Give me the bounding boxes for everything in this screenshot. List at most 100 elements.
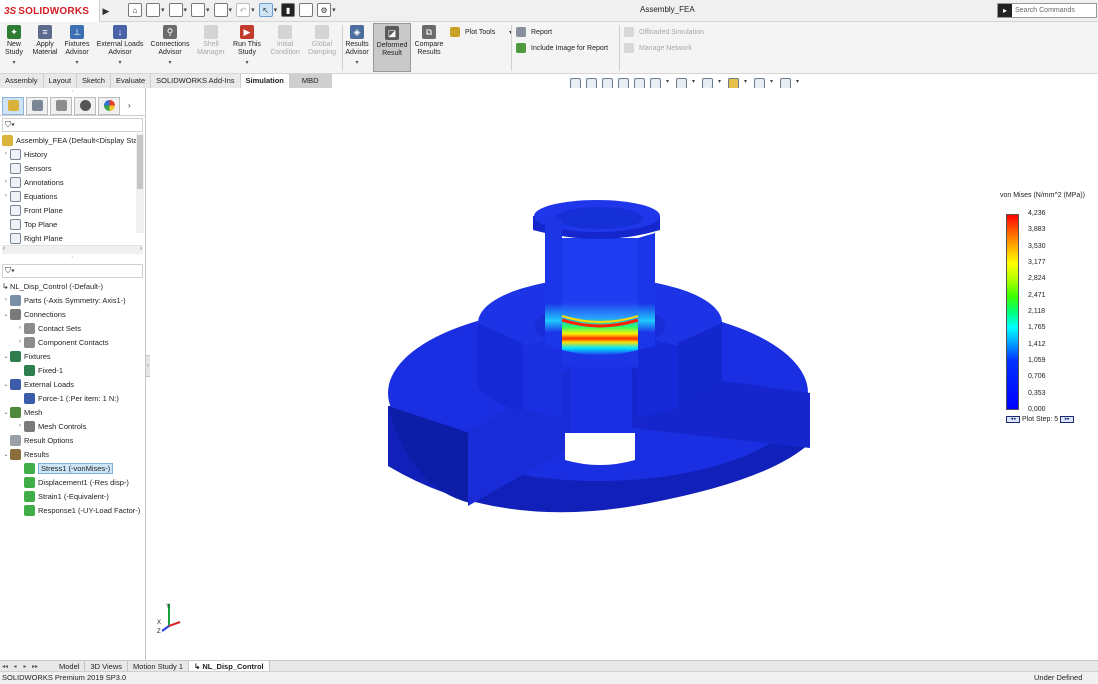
- print-icon[interactable]: [213, 3, 228, 17]
- expand-arrow-icon[interactable]: ⌄: [2, 409, 10, 416]
- feature-tree-tab[interactable]: [2, 96, 24, 115]
- tab-last-icon[interactable]: ▸▸: [30, 663, 40, 670]
- search-commands-box[interactable]: ▸ Search Commands: [997, 3, 1097, 18]
- tab-next-icon[interactable]: ▸: [20, 663, 30, 670]
- feature-tree-item[interactable]: Sensors: [0, 161, 145, 175]
- offloaded-simulation-button[interactable]: Offloaded Simulation: [624, 27, 704, 37]
- sim-tree-item[interactable]: ⌄ Connections: [0, 307, 145, 321]
- feature-tree-item[interactable]: › History: [0, 147, 145, 161]
- sim-tree-root[interactable]: ↳ NL_Disp_Control (-Default-): [0, 279, 145, 293]
- connections-advisor-button[interactable]: ⚲ Connections Advisor ▾: [148, 25, 192, 67]
- plot-step-forward-icon[interactable]: ▸▸: [1060, 416, 1075, 423]
- simulation-filter[interactable]: ⛉▾: [2, 264, 143, 278]
- sim-tree-item[interactable]: › Mesh Controls: [0, 419, 145, 433]
- sim-tree-item[interactable]: Stress1 (-vonMises-): [0, 461, 145, 475]
- sim-tree-item[interactable]: Fixed-1: [0, 363, 145, 377]
- tab-sketch[interactable]: Sketch: [77, 74, 111, 88]
- feature-tree-item[interactable]: › Equations: [0, 189, 145, 203]
- feature-tree-item[interactable]: Front Plane: [0, 203, 145, 217]
- expand-arrow-icon[interactable]: ›: [2, 297, 10, 303]
- stress-legend[interactable]: von Mises (N/mm^2 (MPa)) 4,236 3,883 3,530…: [1000, 192, 1096, 423]
- tab-evaluate[interactable]: Evaluate: [110, 74, 152, 88]
- configuration-manager-tab[interactable]: [50, 96, 72, 115]
- save-icon[interactable]: [191, 3, 206, 17]
- tab-layout[interactable]: Layout: [43, 74, 78, 88]
- tab-mbd[interactable]: MBD: [289, 74, 332, 88]
- expand-arrow-icon[interactable]: ›: [2, 151, 10, 157]
- tree-root-assembly[interactable]: Assembly_FEA (Default<Display Sta: [0, 133, 145, 147]
- graphics-area[interactable]: Y X Z: [150, 88, 1098, 660]
- shell-manager-button[interactable]: Shell Manager: [195, 25, 227, 57]
- scroll-left-icon[interactable]: ‹: [3, 246, 5, 252]
- sim-tree-item[interactable]: ⌄ Results: [0, 447, 145, 461]
- more-tabs-chevron-icon[interactable]: ›: [128, 101, 131, 110]
- options-gear-icon[interactable]: ⚙: [317, 3, 332, 17]
- sim-tree-item[interactable]: › Component Contacts: [0, 335, 145, 349]
- save-dropdown-icon[interactable]: ▾: [206, 6, 210, 14]
- feature-tree-item[interactable]: Top Plane: [0, 217, 145, 231]
- display-manager-tab[interactable]: [98, 96, 120, 115]
- report-button[interactable]: Report: [516, 27, 552, 37]
- expand-arrow-icon[interactable]: ⌄: [2, 381, 10, 388]
- tab-prev-icon[interactable]: ◂: [10, 663, 20, 670]
- panel-split-grip[interactable]: ◦: [0, 254, 145, 262]
- plot-tools-button[interactable]: Plot Tools ▾: [450, 27, 512, 37]
- sim-tree-item[interactable]: ⌄ Mesh: [0, 405, 145, 419]
- initial-condition-button[interactable]: Initial Condition: [268, 25, 302, 57]
- menu-expand-arrow-icon[interactable]: ▶: [100, 0, 112, 22]
- sim-tree-item[interactable]: Force-1 (:Per item: 1 N:): [0, 391, 145, 405]
- expand-arrow-icon[interactable]: ›: [16, 339, 24, 345]
- sim-tree-item[interactable]: Result Options: [0, 433, 145, 447]
- options-dropdown-icon[interactable]: ▾: [332, 6, 336, 14]
- rebuild-traffic-light-icon[interactable]: ▮: [281, 3, 296, 17]
- expand-arrow-icon[interactable]: ›: [16, 423, 24, 429]
- tab-first-icon[interactable]: ◂◂: [0, 663, 10, 670]
- sim-tree-item[interactable]: › Contact Sets: [0, 321, 145, 335]
- results-advisor-button[interactable]: ◈ Results Advisor ▾: [344, 25, 370, 67]
- open-dropdown-icon[interactable]: ▾: [184, 6, 188, 14]
- sim-tree-item[interactable]: Displacement1 (-Res disp-): [0, 475, 145, 489]
- expand-arrow-icon[interactable]: ⌄: [2, 311, 10, 318]
- tab-motion-study[interactable]: Motion Study 1: [128, 660, 190, 672]
- feature-tree-scrollbar[interactable]: [136, 133, 144, 233]
- feature-filter[interactable]: ⛉▾: [2, 118, 143, 132]
- fixtures-advisor-button[interactable]: ⊥ Fixtures Advisor ▾: [62, 25, 92, 67]
- external-loads-advisor-button[interactable]: ↓ External Loads Advisor ▾: [94, 25, 146, 67]
- sim-tree-item[interactable]: › Parts (-Axis Symmetry: Axis1-): [0, 293, 145, 307]
- tab-assembly[interactable]: Assembly: [0, 74, 44, 88]
- include-image-button[interactable]: Include Image for Report: [516, 43, 608, 53]
- feature-tree-item[interactable]: › Annotations: [0, 175, 145, 189]
- feature-tree-hscrollbar[interactable]: ‹ ›: [2, 245, 143, 254]
- apply-material-button[interactable]: ≡ Apply Material: [30, 25, 60, 57]
- search-input[interactable]: Search Commands: [1012, 7, 1075, 14]
- global-damping-button[interactable]: Global Damping: [305, 25, 339, 57]
- manage-network-button[interactable]: Manage Network: [624, 43, 692, 53]
- select-dropdown-icon[interactable]: ▾: [274, 6, 278, 14]
- expand-arrow-icon[interactable]: ⌄: [2, 353, 10, 360]
- feature-tree-item[interactable]: Right Plane: [0, 231, 145, 245]
- compare-results-button[interactable]: ⧉ Compare Results: [413, 25, 445, 57]
- print-dropdown-icon[interactable]: ▾: [229, 6, 233, 14]
- plot-step-back-icon[interactable]: ◂◂: [1006, 416, 1020, 423]
- undo-dropdown-icon[interactable]: ▾: [251, 6, 255, 14]
- property-manager-tab[interactable]: [26, 96, 48, 115]
- open-folder-icon[interactable]: [168, 3, 183, 17]
- dimxpert-tab[interactable]: [74, 96, 96, 115]
- tab-simulation[interactable]: Simulation: [240, 74, 290, 88]
- sim-tree-item[interactable]: ⌄ Fixtures: [0, 349, 145, 363]
- sim-tree-item[interactable]: Strain1 (-Equivalent-): [0, 489, 145, 503]
- tab-model[interactable]: Model: [54, 660, 86, 672]
- tab-addins[interactable]: SOLIDWORKS Add-Ins: [151, 74, 241, 88]
- deformed-result-button[interactable]: ◪ Deformed Result: [373, 23, 411, 72]
- solidworks-logo[interactable]: 3S SOLIDWORKS: [0, 0, 100, 22]
- new-document-icon[interactable]: [146, 3, 160, 17]
- file-properties-icon[interactable]: [299, 3, 314, 17]
- undo-icon[interactable]: ↶: [236, 3, 251, 17]
- scroll-right-icon[interactable]: ›: [140, 246, 142, 252]
- expand-arrow-icon[interactable]: ›: [2, 193, 10, 199]
- select-arrow-icon[interactable]: ↖: [258, 3, 273, 17]
- run-this-study-button[interactable]: ▶ Run This Study ▾: [229, 25, 265, 67]
- tab-nl-disp-control[interactable]: ↳ NL_Disp_Control: [189, 660, 270, 672]
- expand-arrow-icon[interactable]: ⌄: [2, 451, 10, 458]
- tab-3d-views[interactable]: 3D Views: [85, 660, 128, 672]
